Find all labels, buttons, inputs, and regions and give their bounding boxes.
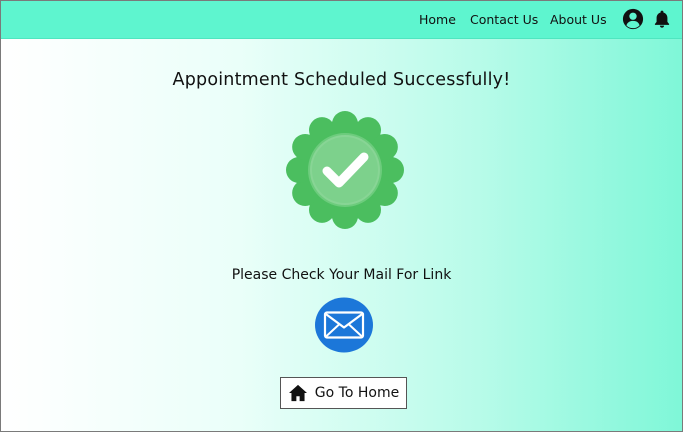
success-badge-checkmark-icon	[286, 111, 404, 229]
go-to-home-button[interactable]: Go To Home	[280, 377, 407, 409]
nav-link-home[interactable]: Home	[419, 12, 456, 27]
navbar: Home Contact Us About Us	[1, 1, 682, 39]
envelope-icon[interactable]	[315, 297, 373, 353]
page: Home Contact Us About Us Appointment Sch…	[0, 0, 683, 432]
check-mail-message: Please Check Your Mail For Link	[231, 267, 452, 283]
page-title: Appointment Scheduled Successfully!	[172, 70, 511, 90]
bell-icon[interactable]	[652, 8, 672, 30]
go-to-home-label: Go To Home	[314, 385, 400, 401]
nav-link-contact-us[interactable]: Contact Us	[470, 12, 538, 27]
user-circle-icon[interactable]	[622, 8, 644, 30]
home-icon	[288, 384, 307, 402]
nav-link-about-us[interactable]: About Us	[550, 12, 607, 27]
